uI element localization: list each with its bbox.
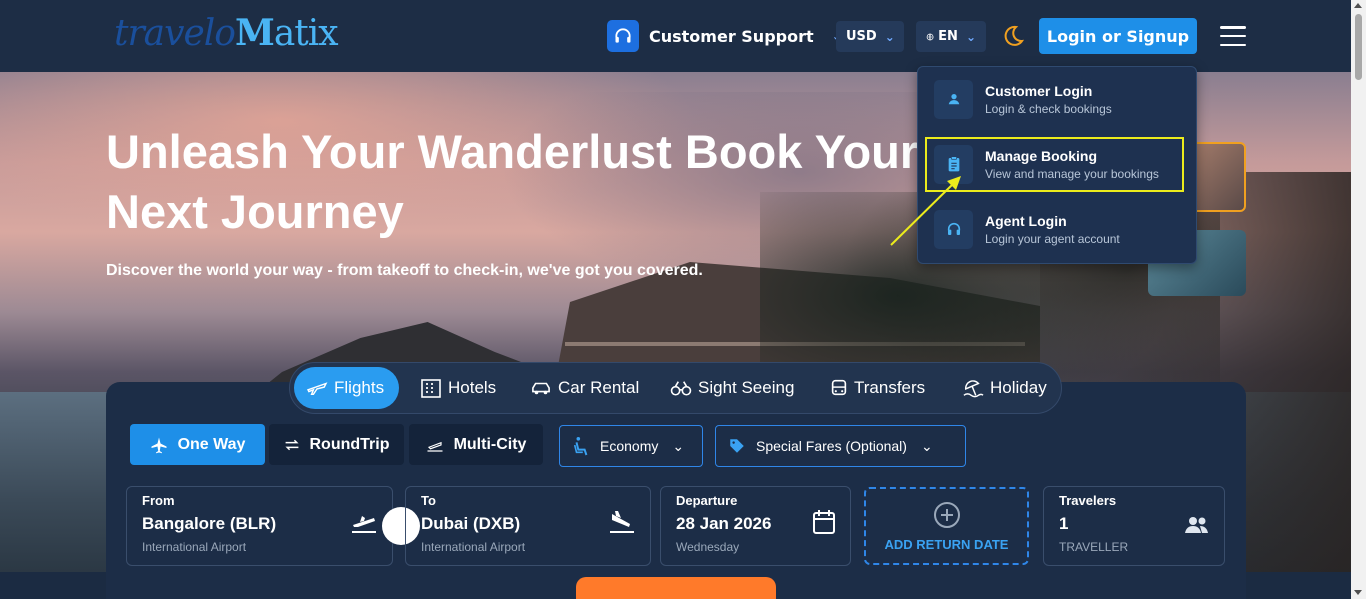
- customer-support-menu[interactable]: Customer Support ⌄: [607, 20, 842, 52]
- customer-support-label: Customer Support: [649, 26, 814, 46]
- tab-label: Transfers: [854, 378, 926, 397]
- tag-icon: [730, 439, 744, 453]
- hero-subtitle: Discover the world your way - from takeo…: [106, 262, 703, 279]
- login-signup-button[interactable]: Login or Signup: [1039, 18, 1197, 54]
- headset-icon: [607, 20, 639, 52]
- plane-icon: [151, 437, 167, 453]
- highlight-box: [925, 137, 1184, 192]
- customer-login-subtitle: Login & check bookings: [985, 101, 1112, 116]
- beach-icon: [963, 380, 984, 398]
- tab-hotels[interactable]: Hotels: [408, 367, 508, 409]
- tab-label: Holiday: [990, 378, 1047, 397]
- service-tabs: Flights Hotels Car Rental Sight Seeing T…: [289, 362, 1062, 414]
- cabin-class-select[interactable]: Economy ⌄: [559, 425, 703, 467]
- add-return-date-button[interactable]: ADD RETURN DATE: [864, 487, 1029, 565]
- tab-car-rental[interactable]: Car Rental: [518, 367, 651, 409]
- page-scrollbar[interactable]: [1351, 0, 1366, 599]
- user-icon: [934, 79, 973, 119]
- chevron-down-icon: ⌄: [965, 29, 976, 44]
- departure-field[interactable]: Departure 28 Jan 2026 Wednesday: [660, 486, 851, 566]
- users-icon: [1185, 517, 1208, 533]
- tab-holiday[interactable]: Holiday: [950, 367, 1059, 409]
- tab-label: Hotels: [448, 378, 497, 397]
- plus-circle-icon: [933, 501, 960, 528]
- tab-label: Sight Seeing: [698, 378, 795, 397]
- from-value: Bangalore (BLR): [142, 514, 277, 533]
- car-icon: [532, 382, 550, 395]
- currency-selector[interactable]: USD ⌄: [836, 21, 904, 52]
- agent-login-item[interactable]: Agent Login Login your agent account: [934, 203, 1184, 255]
- tab-flights[interactable]: Flights: [294, 367, 399, 409]
- to-value: Dubai (DXB): [421, 514, 521, 533]
- round-trip-button[interactable]: RoundTrip: [269, 424, 404, 465]
- to-field[interactable]: To Dubai (DXB) International Airport: [405, 486, 651, 566]
- site-header: traveloMatix Customer Support ⌄ USD ⌄ EN…: [0, 0, 1351, 72]
- customer-login-item[interactable]: Customer Login Login & check bookings: [934, 73, 1184, 125]
- chevron-down-icon: ⌄: [884, 29, 895, 44]
- gallery-thumbnail[interactable]: [1190, 142, 1246, 212]
- tab-label: Flights: [334, 378, 385, 397]
- from-field[interactable]: From Bangalore (BLR) International Airpo…: [126, 486, 393, 566]
- language-selector[interactable]: EN ⌄: [916, 21, 986, 52]
- calendar-icon: [813, 510, 835, 534]
- plane-icon: [306, 382, 328, 396]
- takeoff-icon: [352, 516, 376, 533]
- agent-login-title: Agent Login: [985, 212, 1067, 229]
- seat-icon: [573, 437, 588, 456]
- search-button[interactable]: [576, 577, 776, 599]
- landing-icon: [610, 511, 634, 533]
- logo[interactable]: traveloMatix: [114, 12, 339, 54]
- special-fares-select[interactable]: Special Fares (Optional) ⌄: [715, 425, 966, 467]
- swap-arrows-icon: [284, 439, 299, 450]
- tab-sight-seeing[interactable]: Sight Seeing: [658, 367, 806, 409]
- headset-icon: [934, 209, 973, 249]
- binoculars-icon: [670, 381, 692, 396]
- bus-icon: [831, 379, 847, 396]
- travelers-field[interactable]: Travelers 1 TRAVELLER: [1043, 486, 1225, 566]
- takeoff-icon: [427, 441, 443, 452]
- chevron-down-icon: ⌄: [920, 437, 933, 454]
- multi-city-button[interactable]: Multi-City: [409, 424, 543, 465]
- currency-label: USD: [846, 29, 877, 44]
- agent-login-subtitle: Login your agent account: [985, 231, 1120, 246]
- customer-login-title: Customer Login: [985, 82, 1093, 99]
- building-icon: [421, 379, 441, 398]
- tab-label: Car Rental: [558, 378, 640, 397]
- hero-title: Unleash Your Wanderlust Book Your Next J…: [106, 125, 919, 238]
- globe-icon: [926, 33, 934, 40]
- chevron-down-icon: ⌄: [672, 437, 685, 454]
- hamburger-menu-icon[interactable]: [1220, 26, 1246, 46]
- tab-transfers[interactable]: Transfers: [818, 367, 937, 409]
- moon-icon[interactable]: [1001, 24, 1025, 48]
- language-label: EN: [938, 29, 958, 44]
- one-way-button[interactable]: One Way: [130, 424, 265, 465]
